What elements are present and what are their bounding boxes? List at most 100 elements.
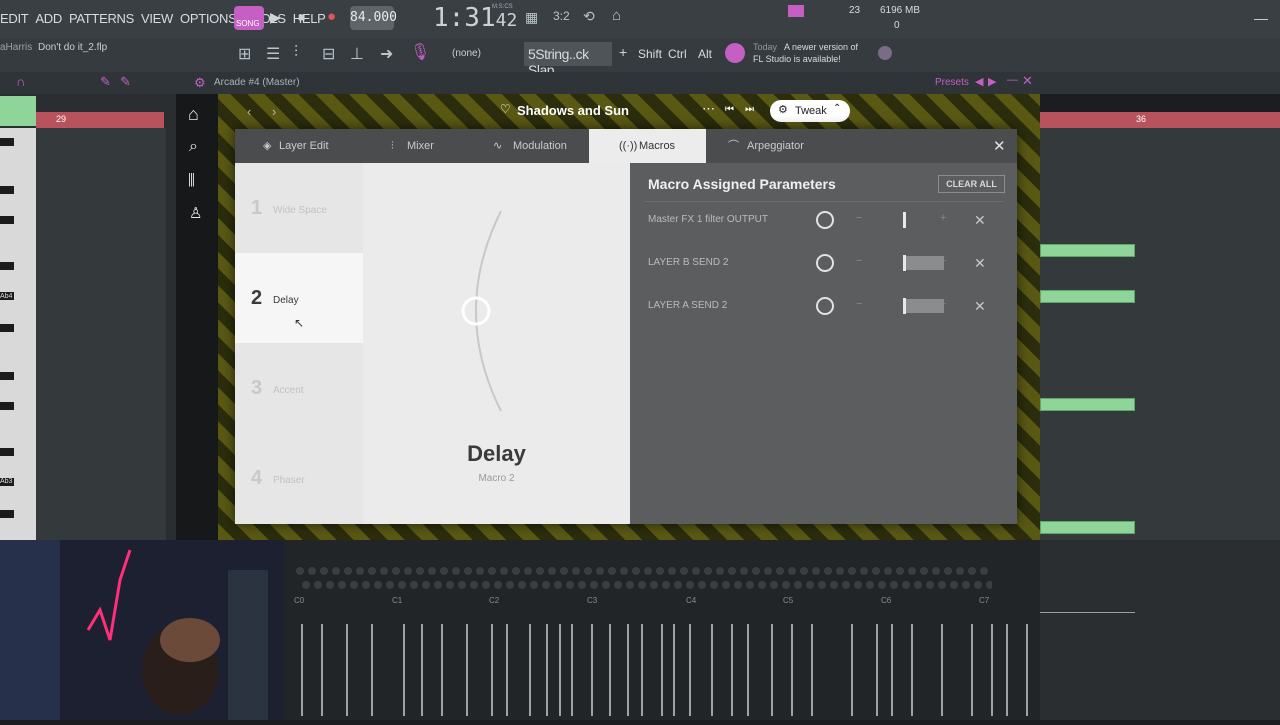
preset-box[interactable]: 5String..ck Slap	[524, 42, 612, 78]
velocity-lane-right[interactable]	[1040, 540, 1280, 720]
pattern-icon[interactable]: ▦	[525, 9, 538, 26]
metronome-icon[interactable]: ⌂	[612, 7, 621, 24]
remove-icon[interactable]: ✕	[974, 212, 986, 229]
next-preset-icon[interactable]: ▶	[988, 75, 996, 88]
key-dot[interactable]	[296, 567, 304, 575]
key-dot[interactable]	[308, 567, 316, 575]
key-dot[interactable]	[902, 581, 910, 589]
key-dot[interactable]	[560, 567, 568, 575]
news-icon[interactable]	[725, 43, 745, 63]
next-kit-icon[interactable]: ⏭	[745, 104, 754, 115]
key-dot[interactable]	[758, 581, 766, 589]
channel-rack-icon[interactable]: ☰	[266, 44, 280, 64]
key-dot[interactable]	[914, 581, 922, 589]
remove-icon[interactable]: ✕	[974, 298, 986, 315]
key-dot[interactable]	[566, 581, 574, 589]
black-key[interactable]	[0, 216, 14, 224]
keyboard-dots[interactable]	[292, 563, 994, 593]
menu-edit[interactable]: EDIT	[0, 11, 29, 26]
menu-add[interactable]: ADD	[35, 11, 62, 26]
param-knob[interactable]	[816, 211, 834, 229]
play-icon[interactable]: ▶	[270, 9, 281, 26]
key-dot[interactable]	[326, 581, 334, 589]
key-dot[interactable]	[938, 581, 946, 589]
key-dot[interactable]	[878, 581, 886, 589]
key-dot[interactable]	[680, 567, 688, 575]
key-dot[interactable]	[356, 567, 364, 575]
param-range-handle[interactable]	[903, 255, 906, 271]
key-dot[interactable]	[764, 567, 772, 575]
key-dot[interactable]	[806, 581, 814, 589]
black-key[interactable]	[0, 262, 14, 270]
key-dot[interactable]	[344, 567, 352, 575]
key-dot[interactable]	[860, 567, 868, 575]
key-dot[interactable]	[494, 581, 502, 589]
key-dot[interactable]	[476, 567, 484, 575]
tempo-display[interactable]: 84.000	[350, 6, 397, 30]
tab-mixer[interactable]: ⫶ Mixer	[353, 129, 471, 163]
mic-icon[interactable]: 🎙	[410, 42, 430, 62]
notice-line-1[interactable]: A newer version of	[784, 42, 858, 52]
key-dot[interactable]	[662, 581, 670, 589]
key-dot[interactable]	[320, 567, 328, 575]
param-range-slider[interactable]: − +	[854, 255, 954, 271]
key-dot[interactable]	[644, 567, 652, 575]
key-dot[interactable]	[740, 567, 748, 575]
key-dot[interactable]	[542, 581, 550, 589]
key-dot[interactable]	[776, 567, 784, 575]
step-icon[interactable]: 3:2	[553, 9, 570, 23]
key-dot[interactable]	[716, 567, 724, 575]
record-icon[interactable]: ●	[327, 8, 336, 25]
key-dot[interactable]	[392, 567, 400, 575]
stop-icon[interactable]: ■	[298, 10, 305, 24]
minus-icon[interactable]: −	[856, 255, 862, 267]
shift-key[interactable]: Shift	[638, 47, 662, 61]
key-dot[interactable]	[404, 567, 412, 575]
remove-icon[interactable]: ✕	[974, 255, 986, 272]
search-icon[interactable]: ⌕	[189, 138, 198, 156]
key-dot[interactable]	[590, 581, 598, 589]
key-dot[interactable]	[608, 567, 616, 575]
prev-preset-icon[interactable]: ◀	[975, 75, 983, 88]
key-dot[interactable]	[770, 581, 778, 589]
black-key[interactable]	[0, 448, 14, 456]
macro-item-4[interactable]: 4 Phaser	[235, 433, 363, 523]
black-key[interactable]	[0, 402, 14, 410]
menu-patterns[interactable]: PATTERNS	[69, 11, 134, 26]
arrow-right-icon[interactable]: ➜	[380, 44, 393, 64]
key-dot[interactable]	[950, 581, 958, 589]
key-dot[interactable]	[908, 567, 916, 575]
notice-line-2[interactable]: FL Studio is available!	[753, 54, 841, 64]
key-dot[interactable]	[848, 567, 856, 575]
key-dot[interactable]	[386, 581, 394, 589]
tab-layer-edit[interactable]: ◈ Layer Edit	[235, 129, 353, 163]
param-range-handle[interactable]	[903, 212, 906, 228]
key-dot[interactable]	[974, 581, 982, 589]
close-icon[interactable]: ✕	[993, 137, 1006, 155]
key-dot[interactable]	[956, 567, 964, 575]
presets-label[interactable]: Presets	[935, 77, 969, 88]
piano-keys[interactable]: Ab4 Ab3	[0, 128, 36, 540]
key-dot[interactable]	[350, 581, 358, 589]
key-dot[interactable]	[926, 581, 934, 589]
key-dot[interactable]	[422, 581, 430, 589]
minus-icon[interactable]: −	[856, 212, 862, 224]
key-dot[interactable]	[698, 581, 706, 589]
key-dot[interactable]	[602, 581, 610, 589]
channel-select[interactable]: (none)	[452, 48, 481, 59]
back-arrow-icon[interactable]: ‹	[247, 104, 251, 119]
key-dot[interactable]	[332, 567, 340, 575]
globe-icon[interactable]	[878, 46, 892, 60]
tab-modulation[interactable]: ∿ Modulation	[471, 129, 589, 163]
tweak-button[interactable]: ⚙ Tweak ⌃	[770, 100, 850, 122]
clear-all-button[interactable]: CLEAR ALL	[938, 175, 1005, 193]
key-dot[interactable]	[410, 581, 418, 589]
key-dot[interactable]	[980, 567, 988, 575]
piano-roll-icon[interactable]: ⫶	[294, 44, 298, 62]
key-dot[interactable]	[710, 581, 718, 589]
key-dot[interactable]	[656, 567, 664, 575]
minimize-icon[interactable]: —	[1254, 10, 1268, 26]
key-dot[interactable]	[962, 581, 970, 589]
key-dot[interactable]	[788, 567, 796, 575]
param-range-slider[interactable]: − +	[854, 298, 954, 314]
